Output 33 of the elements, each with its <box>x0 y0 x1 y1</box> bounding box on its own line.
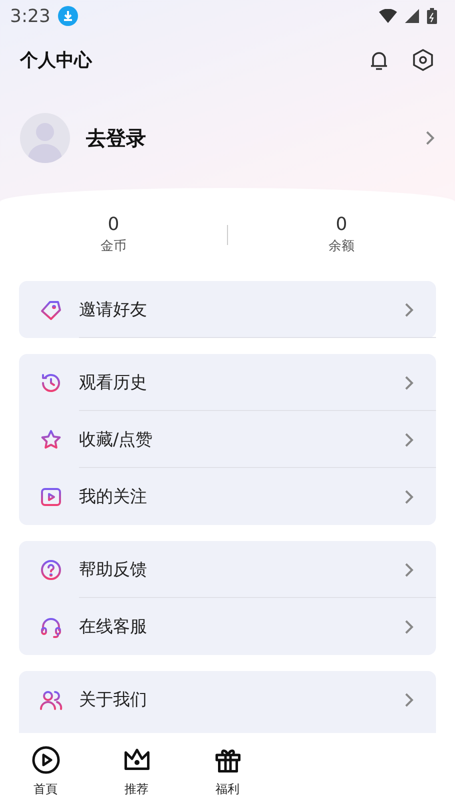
nav-tab[interactable]: 推荐 <box>91 744 182 798</box>
menu-item[interactable]: 关于我们 <box>19 671 436 728</box>
stat-label: 金币 <box>100 238 126 255</box>
nav-tab[interactable]: 福利 <box>182 744 273 798</box>
menu-item[interactable]: 收藏/点赞 <box>19 411 436 468</box>
menu-item[interactable]: 帮助反馈 <box>19 541 436 598</box>
chevron-icon <box>404 374 414 390</box>
menu-item[interactable]: 在线客服 <box>19 598 436 655</box>
page-title: 个人中心 <box>20 49 94 72</box>
menu-item[interactable]: 观看历史 <box>19 354 436 411</box>
status-time: 3:23 <box>10 6 50 26</box>
play-icon <box>30 744 60 774</box>
stat-label: 余额 <box>328 238 354 255</box>
menu-item[interactable]: 邀请好友 <box>19 281 436 338</box>
chevron-icon <box>404 432 414 448</box>
chevron-icon <box>404 302 414 318</box>
chevron-icon <box>404 488 414 504</box>
signal-icon <box>405 9 419 23</box>
star-icon <box>39 428 63 452</box>
stat-value: 0 <box>336 214 348 235</box>
chevron-icon <box>425 130 435 146</box>
download-icon <box>58 6 78 26</box>
wifi-icon <box>379 9 397 23</box>
login-link[interactable]: 去登录 <box>86 124 409 152</box>
nav-tab[interactable]: 首頁 <box>0 744 91 798</box>
help-icon <box>39 558 63 582</box>
battery-icon <box>427 8 437 24</box>
settings-icon[interactable] <box>411 48 435 72</box>
chevron-icon <box>404 618 414 634</box>
stat-value: 0 <box>108 214 120 235</box>
menu-item[interactable]: 我的关注 <box>19 468 436 525</box>
chevron-icon <box>404 692 414 708</box>
chevron-icon <box>404 562 414 578</box>
